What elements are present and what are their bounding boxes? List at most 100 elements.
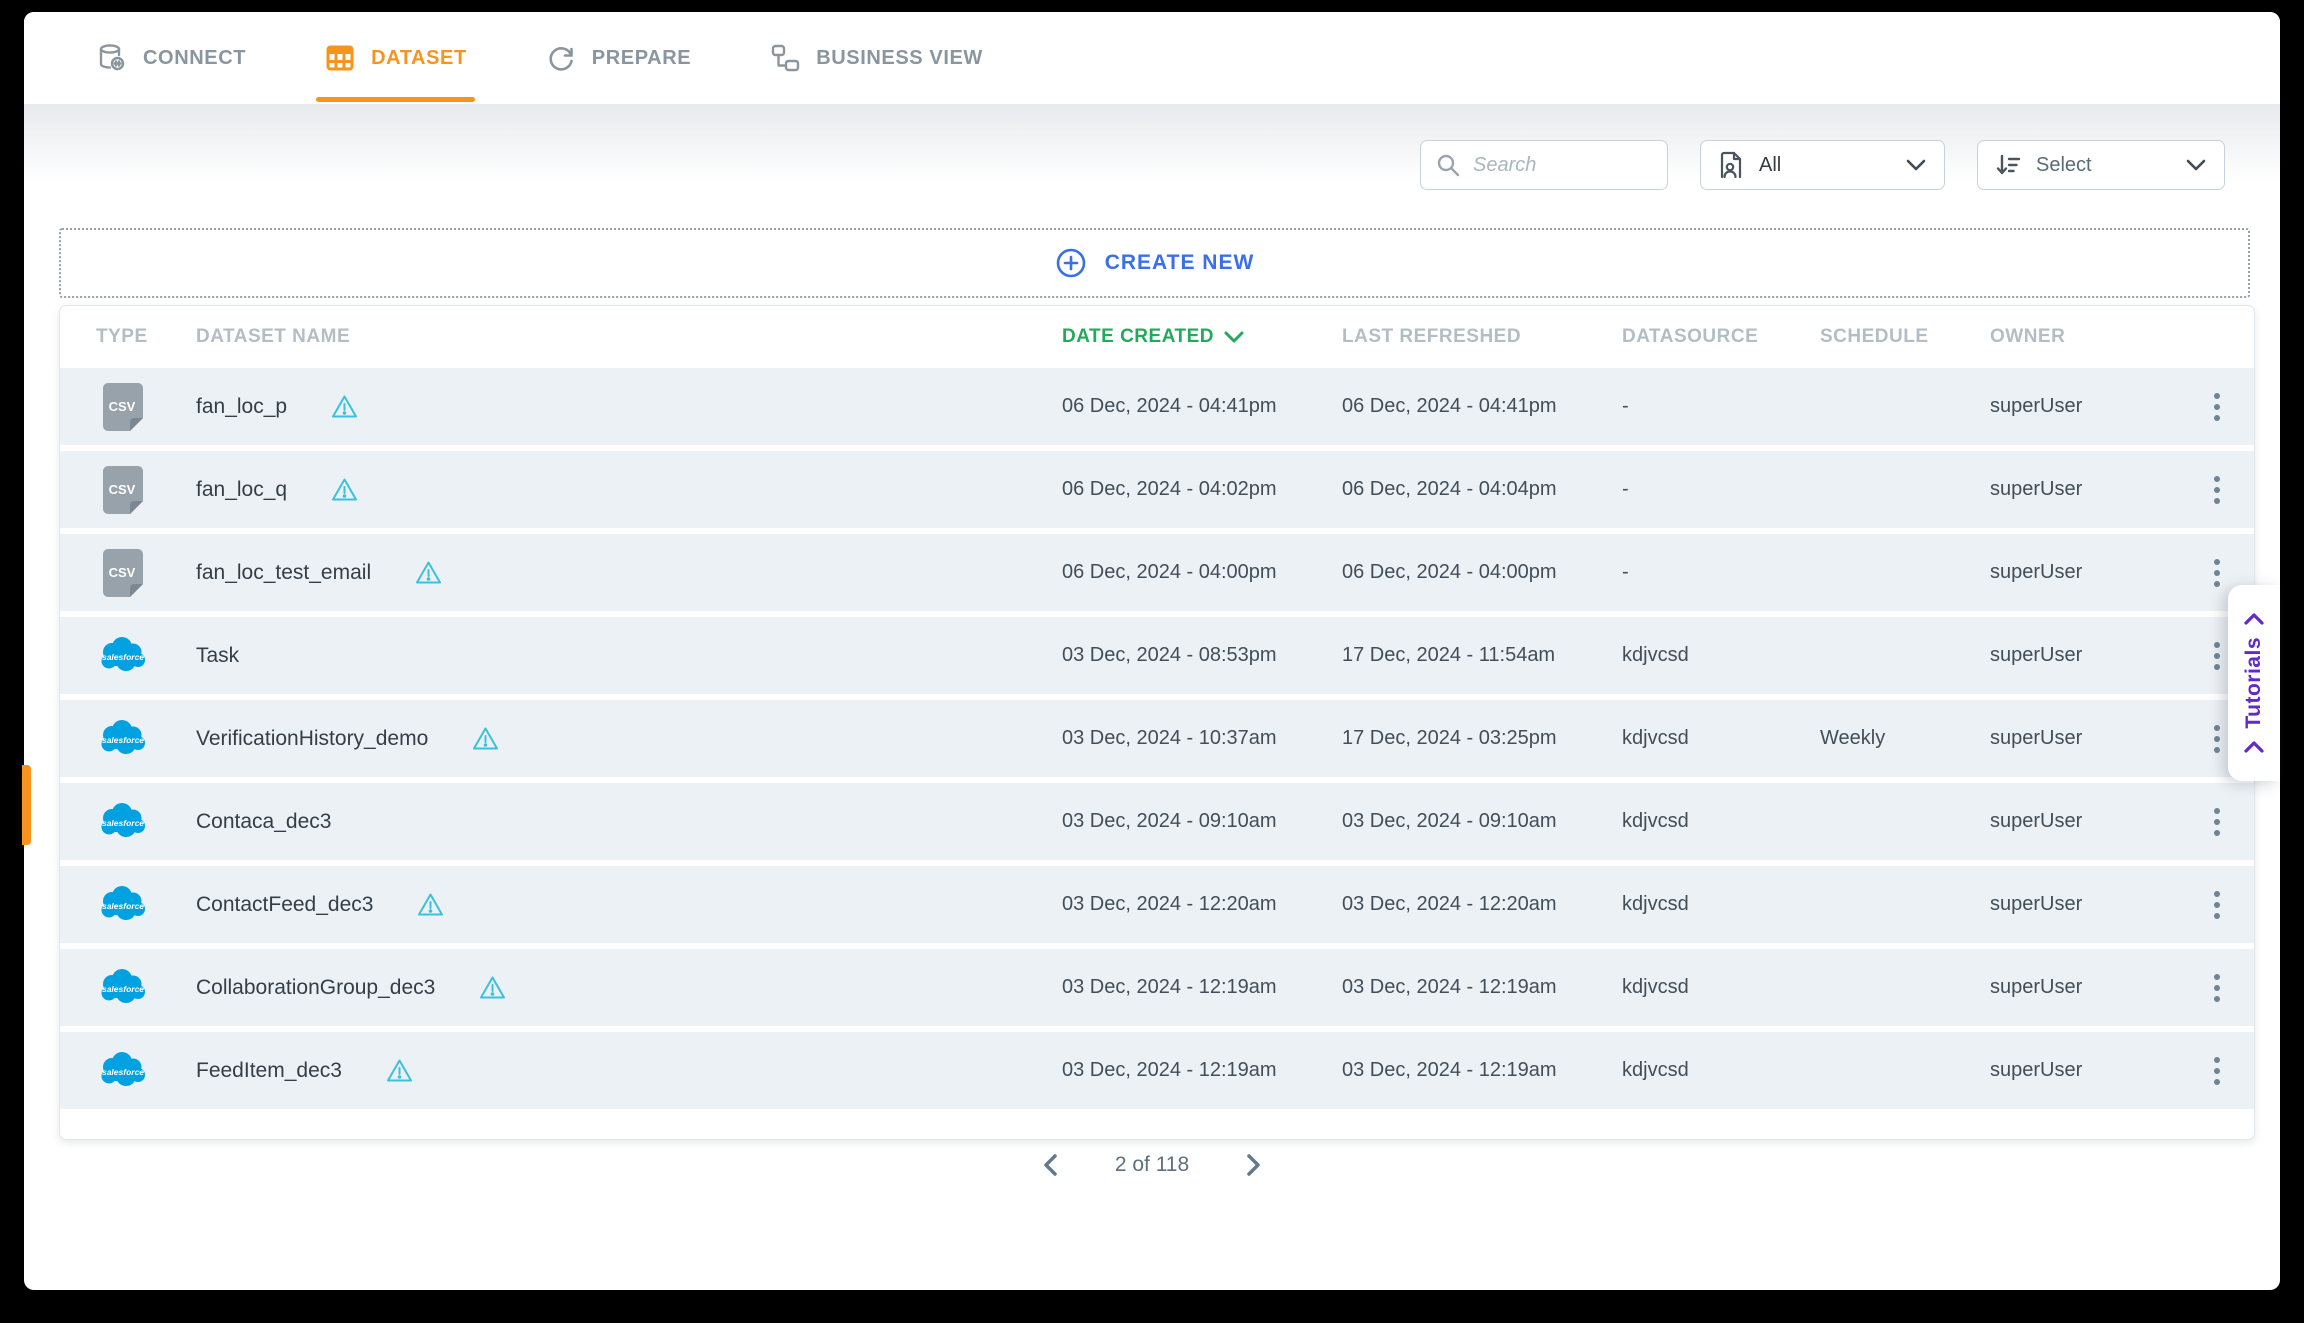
date-created-cell: 03 Dec, 2024 - 12:19am [1062, 1059, 1277, 1081]
tab-prepare[interactable]: PREPARE [545, 12, 691, 104]
datasource-cell: kdjvcsd [1622, 893, 1689, 915]
last-refreshed-cell: 06 Dec, 2024 - 04:41pm [1342, 395, 1557, 417]
chevron-up-icon [2244, 741, 2264, 753]
row-menu-kebab-icon[interactable] [2206, 634, 2228, 678]
last-refreshed-cell: 17 Dec, 2024 - 11:54am [1342, 644, 1555, 666]
owner-cell: superUser [1990, 810, 2082, 832]
dataset-name[interactable]: Task [196, 644, 239, 668]
owner-cell: superUser [1990, 727, 2082, 749]
table-row[interactable]: CSV fan_loc_test_email 06 Dec, 2024 - 04… [60, 534, 2254, 611]
table-row[interactable]: salesforce CollaborationGroup_dec3 03 De… [60, 949, 2254, 1026]
date-created-cell: 06 Dec, 2024 - 04:02pm [1062, 478, 1277, 500]
search-input[interactable] [1473, 154, 1655, 177]
csv-file-icon: CSV [96, 463, 150, 517]
row-menu-kebab-icon[interactable] [2206, 800, 2228, 844]
tab-connect[interactable]: CONNECT [96, 12, 246, 104]
datasource-cell: - [1622, 478, 1629, 500]
table-row[interactable]: salesforce ContactFeed_dec3 03 Dec, 2024… [60, 866, 2254, 943]
chevron-down-icon [2186, 159, 2206, 171]
app-window: CONNECT DATASET PREPARE [24, 12, 2280, 1290]
column-header-datasource: DATASOURCE [1622, 326, 1758, 347]
dataset-name[interactable]: FeedItem_dec3 [196, 1059, 342, 1083]
type-filter-dropdown[interactable]: All [1700, 140, 1945, 190]
owner-cell: superUser [1990, 976, 2082, 998]
database-connect-icon [96, 42, 128, 74]
datasource-cell: - [1622, 395, 1629, 417]
svg-text:salesforce: salesforce [102, 818, 144, 828]
warning-icon [417, 892, 444, 917]
sort-dropdown[interactable]: Select [1977, 140, 2225, 190]
chevron-up-icon [2244, 613, 2264, 625]
column-header-date-created[interactable]: DATE CREATED [1062, 326, 1342, 348]
tab-prepare-label: PREPARE [592, 47, 691, 70]
table-row[interactable]: CSV fan_loc_q 06 Dec, 2024 - 04:02pm 06 … [60, 451, 2254, 528]
row-menu-kebab-icon[interactable] [2206, 1049, 2228, 1093]
svg-text:salesforce: salesforce [102, 652, 144, 662]
create-new-button[interactable]: CREATE NEW [59, 228, 2250, 298]
dataset-grid-icon [324, 42, 356, 74]
date-created-cell: 03 Dec, 2024 - 10:37am [1062, 727, 1277, 749]
create-new-label: CREATE NEW [1105, 251, 1255, 275]
dataset-name[interactable]: Contaca_dec3 [196, 810, 331, 834]
date-created-cell: 03 Dec, 2024 - 12:20am [1062, 893, 1277, 915]
warning-icon [472, 726, 499, 751]
datasource-cell: - [1622, 561, 1629, 583]
datasource-cell: kdjvcsd [1622, 976, 1689, 998]
search-icon [1435, 152, 1461, 178]
row-menu-kebab-icon[interactable] [2206, 883, 2228, 927]
tab-business-view[interactable]: BUSINESS VIEW [769, 12, 983, 104]
salesforce-icon: salesforce [96, 795, 150, 849]
sort-amount-icon [1994, 151, 2022, 179]
dataset-name[interactable]: fan_loc_q [196, 478, 287, 502]
svg-text:salesforce: salesforce [102, 984, 144, 994]
business-view-icon [769, 42, 801, 74]
last-refreshed-cell: 03 Dec, 2024 - 12:19am [1342, 976, 1557, 998]
salesforce-icon: salesforce [96, 1044, 150, 1098]
dataset-name[interactable]: ContactFeed_dec3 [196, 893, 373, 917]
table-row[interactable]: salesforce FeedItem_dec3 03 Dec, 2024 - … [60, 1032, 2254, 1109]
row-menu-kebab-icon[interactable] [2206, 717, 2228, 761]
type-filter-value: All [1759, 154, 1906, 177]
file-user-icon [1717, 150, 1745, 180]
date-created-cell: 03 Dec, 2024 - 12:19am [1062, 976, 1277, 998]
warning-icon [331, 477, 358, 502]
last-refreshed-cell: 06 Dec, 2024 - 04:00pm [1342, 561, 1557, 583]
svg-text:salesforce: salesforce [102, 1067, 144, 1077]
tab-dataset[interactable]: DATASET [324, 12, 467, 104]
left-panel-handle[interactable] [22, 765, 31, 845]
column-header-owner: OWNER [1990, 326, 2065, 347]
svg-text:CSV: CSV [109, 565, 136, 580]
column-header-schedule: SCHEDULE [1820, 326, 1929, 347]
owner-cell: superUser [1990, 644, 2082, 666]
last-refreshed-cell: 06 Dec, 2024 - 04:04pm [1342, 478, 1557, 500]
column-header-last-refreshed: LAST REFRESHED [1342, 326, 1521, 347]
row-menu-kebab-icon[interactable] [2206, 966, 2228, 1010]
owner-cell: superUser [1990, 395, 2082, 417]
owner-cell: superUser [1990, 561, 2082, 583]
tutorials-side-tab[interactable]: Tutorials [2228, 585, 2280, 781]
tab-connect-label: CONNECT [143, 47, 246, 70]
warning-icon [415, 560, 442, 585]
dataset-table-card: TYPE DATASET NAME DATE CREATED LAST REFR… [59, 305, 2255, 1140]
dataset-name[interactable]: CollaborationGroup_dec3 [196, 976, 435, 1000]
table-row[interactable]: salesforce VerificationHistory_demo 03 D… [60, 700, 2254, 777]
prepare-refresh-icon [545, 42, 577, 74]
row-menu-kebab-icon[interactable] [2206, 468, 2228, 512]
date-created-cell: 06 Dec, 2024 - 04:00pm [1062, 561, 1277, 583]
dataset-name[interactable]: fan_loc_p [196, 395, 287, 419]
warning-icon [331, 394, 358, 419]
table-row[interactable]: salesforce Contaca_dec3 03 Dec, 2024 - 0… [60, 783, 2254, 860]
table-row[interactable]: salesforce Task 03 Dec, 2024 - 08:53pm 1… [60, 617, 2254, 694]
row-menu-kebab-icon[interactable] [2206, 551, 2228, 595]
csv-file-icon: CSV [96, 380, 150, 434]
date-created-cell: 03 Dec, 2024 - 08:53pm [1062, 644, 1277, 666]
table-header-row: TYPE DATASET NAME DATE CREATED LAST REFR… [60, 306, 2254, 368]
search-box [1420, 140, 1668, 190]
dataset-name[interactable]: fan_loc_test_email [196, 561, 371, 585]
next-page-icon[interactable] [1245, 1153, 1263, 1177]
dataset-name[interactable]: VerificationHistory_demo [196, 727, 428, 751]
previous-page-icon[interactable] [1041, 1153, 1059, 1177]
row-menu-kebab-icon[interactable] [2206, 385, 2228, 429]
table-row[interactable]: CSV fan_loc_p 06 Dec, 2024 - 04:41pm 06 … [60, 368, 2254, 445]
owner-cell: superUser [1990, 478, 2082, 500]
